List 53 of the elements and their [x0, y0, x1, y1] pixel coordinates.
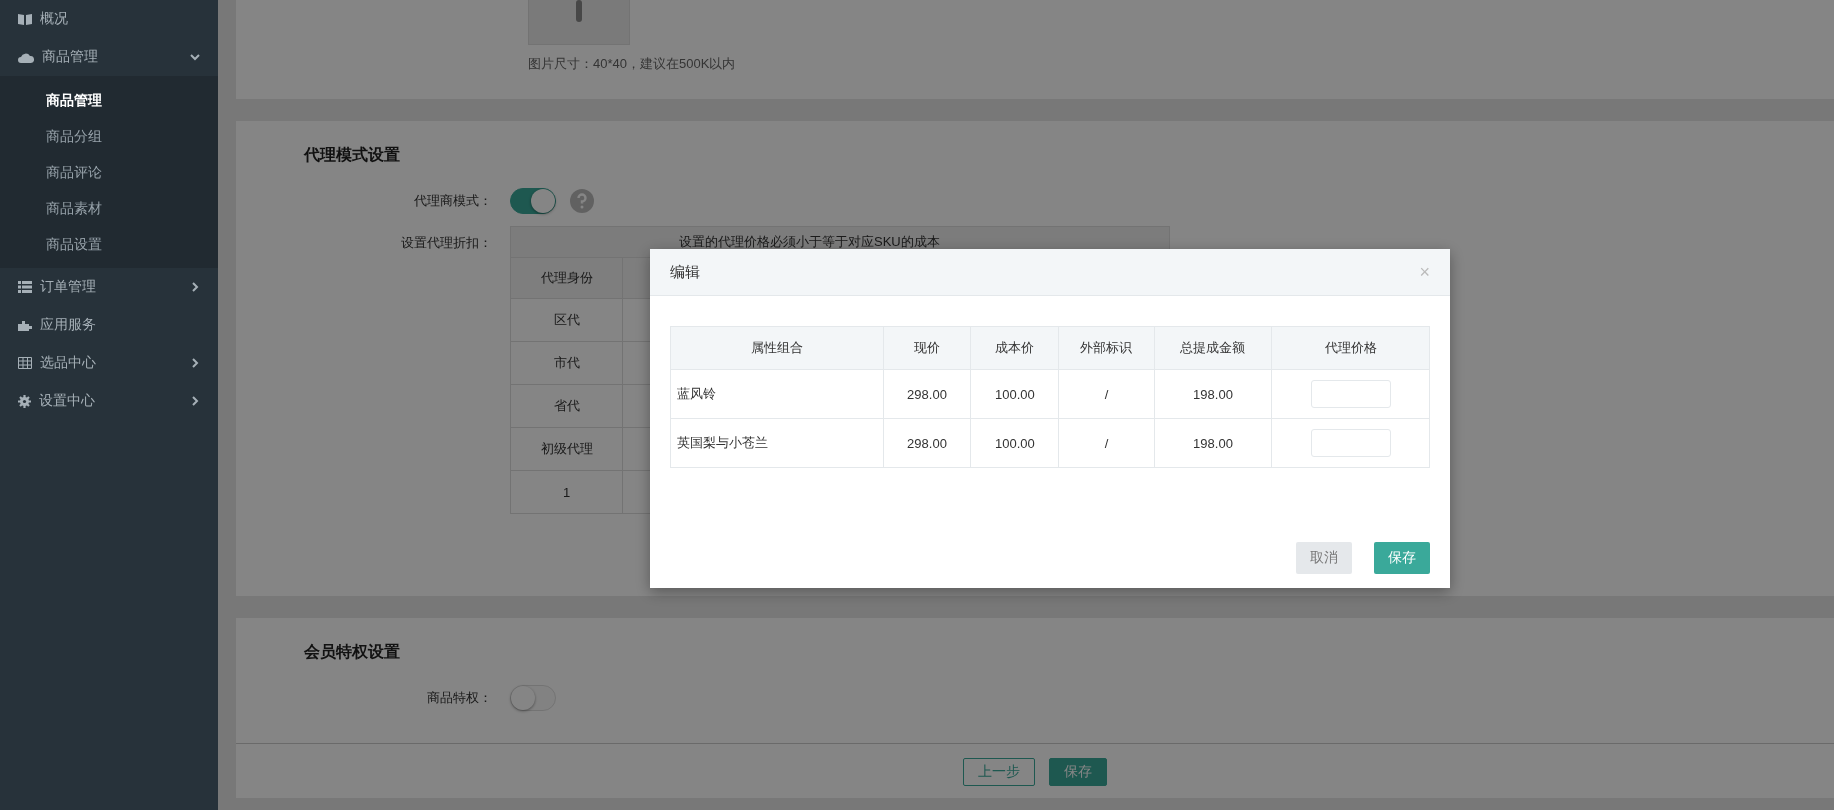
sidebar-subitem[interactable]: 商品素材 — [0, 190, 218, 226]
section-title: 代理模式设置 — [304, 145, 401, 165]
column-header: 成本价 — [970, 326, 1059, 370]
sidebar-subitem[interactable]: 商品分组 — [0, 118, 218, 154]
column-header: 代理价格 — [1271, 326, 1430, 370]
toggle-switch[interactable] — [510, 188, 556, 214]
sidebar-item[interactable]: 应用服务 — [0, 306, 218, 344]
field-label: 商品特权： — [426, 689, 493, 707]
cloud-icon — [18, 51, 34, 63]
table-cell: 100.00 — [970, 418, 1059, 468]
cancel-button[interactable]: 取消 — [1296, 542, 1352, 574]
table-cell: / — [1058, 418, 1155, 468]
sidebar-item[interactable]: 商品管理 — [0, 38, 218, 76]
grid-icon — [18, 357, 32, 369]
table-cell: 英国梨与小苍兰 — [670, 418, 883, 468]
column-header: 现价 — [883, 326, 971, 370]
table-cell: 100.00 — [970, 369, 1059, 419]
sidebar-subitem[interactable]: 商品设置 — [0, 226, 218, 262]
table-cell: 298.00 — [883, 369, 971, 419]
slider-handle-icon — [576, 0, 582, 22]
book-icon — [18, 13, 32, 25]
sidebar-item[interactable]: 设置中心 — [0, 382, 218, 420]
price-input[interactable] — [1310, 429, 1391, 457]
chevron-down-icon — [190, 52, 200, 62]
table-cell: 1 — [511, 471, 623, 513]
table-cell: 298.00 — [883, 418, 971, 468]
chevron-right-icon — [190, 282, 200, 292]
column-header: 总提成金额 — [1154, 326, 1272, 370]
puzzle-icon — [18, 319, 32, 331]
sidebar-item[interactable]: 订单管理 — [0, 268, 218, 306]
image-size-hint: 图片尺寸：40*40，建议在500K以内 — [528, 55, 737, 73]
price-input[interactable] — [1310, 380, 1391, 408]
chevron-right-icon — [190, 358, 200, 368]
table-cell: 蓝风铃 — [670, 369, 883, 419]
table-cell: / — [1058, 369, 1155, 419]
field-label: 代理商模式： — [413, 192, 493, 210]
column-header: 外部标识 — [1058, 326, 1155, 370]
notice-text: 设置的代理价格必须小于等于对应SKU的成本 — [679, 233, 940, 251]
dialog-title: 编辑 — [670, 262, 700, 282]
help-icon[interactable] — [570, 189, 594, 213]
sidebar-subitem[interactable]: 商品评论 — [0, 154, 218, 190]
list-icon — [18, 281, 32, 293]
sidebar-subitem[interactable]: 商品管理 — [0, 82, 218, 118]
sidebar-item[interactable]: 概况 — [0, 0, 218, 38]
sidebar-item[interactable]: 选品中心 — [0, 344, 218, 382]
gear-icon — [18, 394, 31, 408]
field-label: 设置代理折扣： — [400, 234, 493, 252]
table-cell: 198.00 — [1154, 418, 1272, 468]
table-cell: 198.00 — [1154, 369, 1272, 419]
chevron-right-icon — [190, 396, 200, 406]
column-header: 属性组合 — [670, 326, 883, 370]
image-upload-box[interactable] — [528, 0, 630, 45]
section-title: 会员特权设置 — [304, 642, 401, 662]
